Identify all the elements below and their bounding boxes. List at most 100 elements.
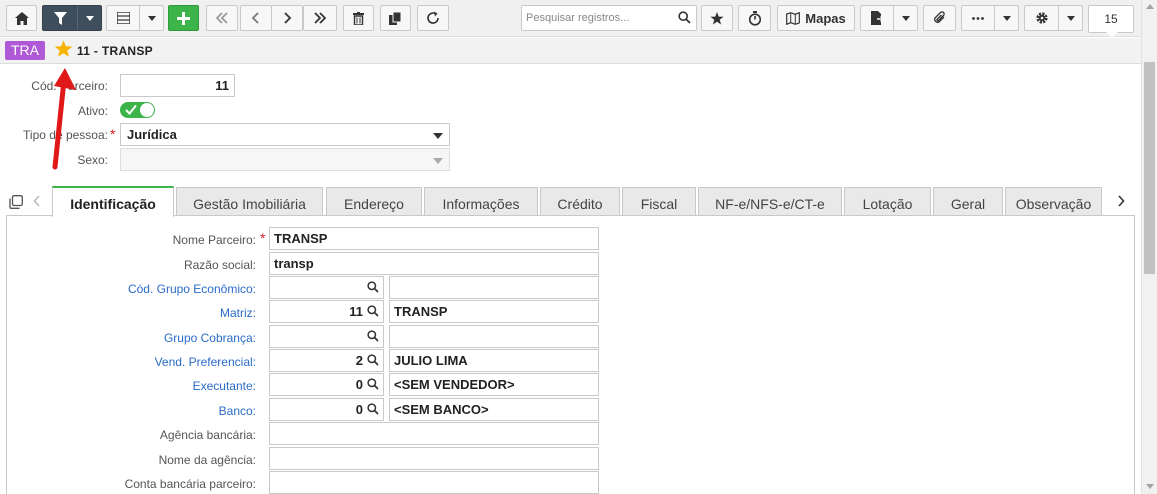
tab-gestao-imobiliaria[interactable]: Gestão Imobiliária (176, 187, 323, 216)
razao-social-field[interactable]: transp (269, 252, 599, 275)
sexo-select[interactable] (120, 148, 450, 171)
scroll-up-icon[interactable] (1146, 4, 1154, 9)
last-record-button[interactable] (303, 5, 337, 31)
cod-parceiro-field[interactable]: 11 (120, 74, 235, 97)
conta-bancaria-label: Conta bancária parceiro: (124, 477, 256, 491)
prev-record-button[interactable] (240, 5, 272, 31)
export-button[interactable] (860, 5, 918, 31)
attach-icon (933, 11, 947, 25)
search-icon[interactable] (367, 330, 379, 345)
banco-desc: <SEM BANCO> (394, 402, 489, 417)
cod-parceiro-value: 11 (215, 78, 229, 93)
search-icon[interactable] (678, 11, 691, 27)
next-record-button[interactable] (271, 5, 303, 31)
more-options-button[interactable] (961, 5, 1019, 31)
grid-icon (107, 12, 139, 24)
search-icon[interactable] (367, 378, 379, 393)
search-records-box (521, 5, 697, 31)
scroll-thumb[interactable] (1144, 62, 1155, 274)
grid-caret-icon[interactable] (139, 6, 163, 30)
tab-observacao[interactable]: Observação (1005, 187, 1102, 216)
tab-fiscal[interactable]: Fiscal (622, 187, 696, 216)
banco-desc-field: <SEM BANCO> (389, 398, 599, 421)
home-button[interactable] (6, 5, 37, 31)
nome-parceiro-label: Nome Parceiro: (172, 233, 256, 247)
matriz-code: 11 (349, 304, 363, 319)
tabs-scroll-left-icon[interactable] (33, 195, 41, 210)
executante-code: 0 (355, 377, 363, 392)
cod-grupo-economico-desc-field (389, 276, 599, 299)
delete-icon (353, 11, 364, 25)
add-button[interactable] (168, 5, 199, 31)
more-caret-icon[interactable] (994, 6, 1018, 30)
attach-button[interactable] (923, 5, 956, 31)
executante-desc-field: <SEM VENDEDOR> (389, 373, 599, 396)
search-icon[interactable] (367, 403, 379, 418)
map-icon (786, 11, 801, 25)
vend-preferencial-desc-field: JULIO LIMA (389, 349, 599, 372)
tipo-pessoa-select[interactable]: Jurídica (120, 123, 450, 146)
nome-parceiro-field[interactable]: TRANSP (269, 227, 599, 250)
settings-caret-icon[interactable] (1058, 6, 1082, 30)
tab-lotacao[interactable]: Lotação (844, 187, 931, 216)
vend-preferencial-code-field[interactable]: 2 (269, 349, 384, 372)
vend-preferencial-code: 2 (355, 353, 363, 368)
settings-button[interactable] (1024, 5, 1083, 31)
conta-bancaria-field[interactable] (269, 471, 599, 494)
banco-code: 0 (355, 402, 363, 417)
page-size-input[interactable]: 15 (1088, 5, 1134, 38)
matriz-code-field[interactable]: 11 (269, 300, 384, 323)
filter-button[interactable] (42, 5, 102, 31)
banco-code-field[interactable]: 0 (269, 398, 384, 421)
ativo-toggle[interactable] (120, 102, 155, 118)
executante-label[interactable]: Executante: (6, 379, 256, 393)
maps-button[interactable]: Mapas (777, 5, 855, 31)
filter-caret-icon[interactable] (77, 6, 101, 30)
tab-informacoes[interactable]: Informações (424, 187, 538, 216)
cod-grupo-economico-code-field[interactable] (269, 276, 384, 299)
nome-agencia-field[interactable] (269, 447, 599, 470)
executante-desc: <SEM VENDEDOR> (394, 377, 515, 392)
page-scrollbar[interactable] (1141, 0, 1157, 494)
timer-icon (748, 10, 762, 26)
delete-button[interactable] (343, 5, 374, 31)
tab-endereco[interactable]: Endereço (326, 187, 422, 216)
cod-grupo-economico-label[interactable]: Cód. Grupo Econômico: (6, 282, 256, 296)
tab-geral[interactable]: Geral (933, 187, 1003, 216)
tabs-scroll-right-icon[interactable] (1117, 195, 1125, 210)
banco-label[interactable]: Banco: (6, 404, 256, 418)
agencia-bancaria-field[interactable] (269, 422, 599, 445)
matriz-label[interactable]: Matriz: (6, 306, 256, 320)
favorites-button[interactable] (701, 5, 733, 31)
maps-label: Mapas (805, 10, 846, 26)
scroll-down-icon[interactable] (1146, 484, 1154, 489)
tab-nfe[interactable]: NF-e/NFS-e/CT-e (698, 187, 842, 216)
first-record-button[interactable] (206, 5, 238, 31)
refresh-button[interactable] (417, 5, 449, 31)
matriz-desc-field: TRANSP (389, 300, 599, 323)
search-input[interactable] (526, 9, 676, 27)
star-icon (710, 11, 724, 25)
search-icon[interactable] (367, 305, 379, 320)
tab-credito[interactable]: Crédito (540, 187, 620, 216)
export-caret-icon[interactable] (893, 6, 917, 30)
favorite-star-icon[interactable] (54, 40, 73, 61)
tab-identificacao[interactable]: Identificação (52, 186, 174, 217)
grupo-cobranca-label[interactable]: Grupo Cobrança: (6, 331, 256, 345)
executante-code-field[interactable]: 0 (269, 373, 384, 396)
vend-preferencial-desc: JULIO LIMA (394, 353, 468, 368)
required-marker: * (260, 230, 266, 246)
grupo-cobranca-desc-field (389, 325, 599, 348)
tipo-pessoa-value: Jurídica (127, 127, 177, 142)
tabs-bar: Identificação Gestão Imobiliária Endereç… (0, 186, 1141, 217)
copy-button[interactable] (380, 5, 411, 31)
search-icon[interactable] (367, 354, 379, 369)
check-icon (125, 104, 137, 118)
search-icon[interactable] (367, 281, 379, 296)
grid-view-button[interactable] (106, 5, 164, 31)
gear-icon (1025, 11, 1058, 25)
vend-preferencial-label[interactable]: Vend. Preferencial: (6, 355, 256, 369)
grupo-cobranca-code-field[interactable] (269, 325, 384, 348)
timer-button[interactable] (738, 5, 771, 31)
tabs-overview-icon[interactable] (9, 195, 23, 212)
